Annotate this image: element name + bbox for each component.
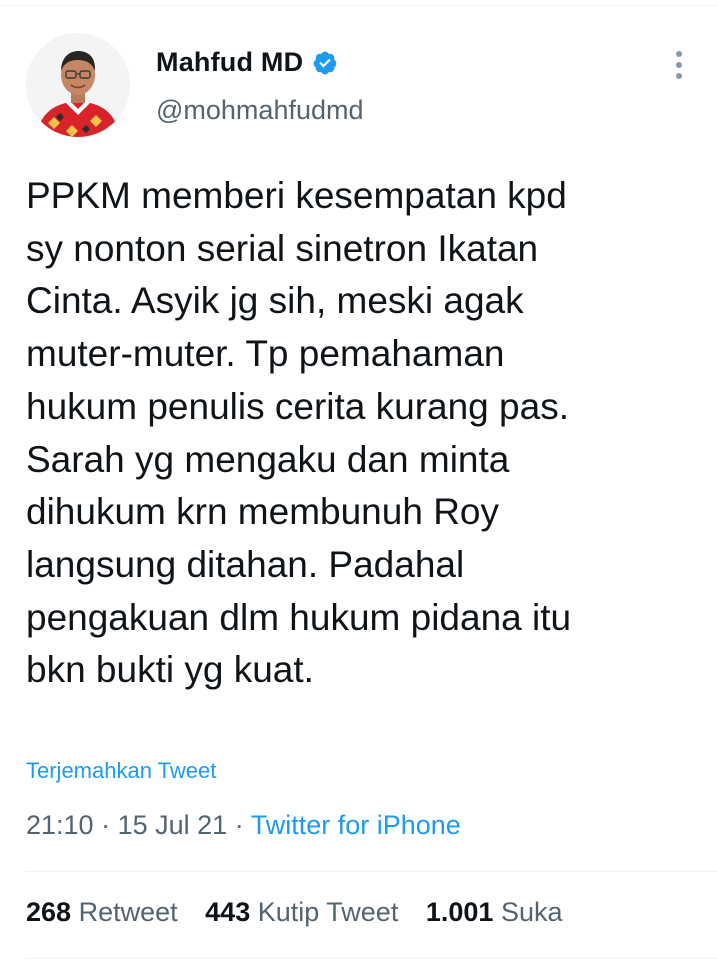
author-name-row[interactable]: Mahfud MD bbox=[156, 47, 338, 78]
likes-stat[interactable]: 1.001 Suka bbox=[426, 897, 563, 927]
tweet-time[interactable]: 21:10 bbox=[26, 810, 94, 840]
profile-photo-icon bbox=[26, 33, 130, 137]
tweet-header: Mahfud MD @mohmahfudmd bbox=[26, 33, 696, 143]
tweet-source-link[interactable]: Twitter for iPhone bbox=[251, 810, 461, 840]
engagement-stats: 268 Retweet 443 Kutip Tweet 1.001 Suka bbox=[26, 897, 582, 928]
tweet-text: PPKM memberi kesempatan kpd sy nonton se… bbox=[26, 175, 572, 691]
avatar[interactable] bbox=[26, 33, 130, 137]
more-options-icon[interactable] bbox=[671, 51, 687, 91]
divider bbox=[26, 871, 717, 872]
verified-badge-icon bbox=[313, 51, 337, 74]
divider bbox=[26, 958, 717, 959]
meta-separator: · bbox=[101, 810, 111, 840]
quote-tweets-count: 443 bbox=[205, 897, 251, 927]
quote-tweets-label: Kutip Tweet bbox=[257, 897, 399, 927]
tweet-date[interactable]: 15 Jul 21 bbox=[118, 810, 228, 840]
likes-label: Suka bbox=[500, 897, 563, 927]
likes-count: 1.001 bbox=[425, 897, 494, 927]
author-name[interactable]: Mahfud MD bbox=[156, 47, 303, 78]
retweets-count: 268 bbox=[26, 897, 72, 927]
translate-tweet-link[interactable]: Terjemahkan Tweet bbox=[26, 758, 216, 784]
author-handle[interactable]: @mohmahfudmd bbox=[156, 95, 364, 126]
retweets-stat[interactable]: 268 Retweet bbox=[26, 897, 185, 927]
more-dot bbox=[676, 62, 682, 68]
retweets-label: Retweet bbox=[78, 897, 178, 927]
more-dot bbox=[676, 73, 682, 79]
meta-separator: · bbox=[234, 810, 244, 840]
quote-tweets-stat[interactable]: 443 Kutip Tweet bbox=[205, 897, 406, 927]
tweet-metadata: 21:10 · 15 Jul 21 · Twitter for iPhone bbox=[26, 810, 461, 841]
top-divider bbox=[0, 5, 717, 6]
more-dot bbox=[676, 51, 682, 57]
